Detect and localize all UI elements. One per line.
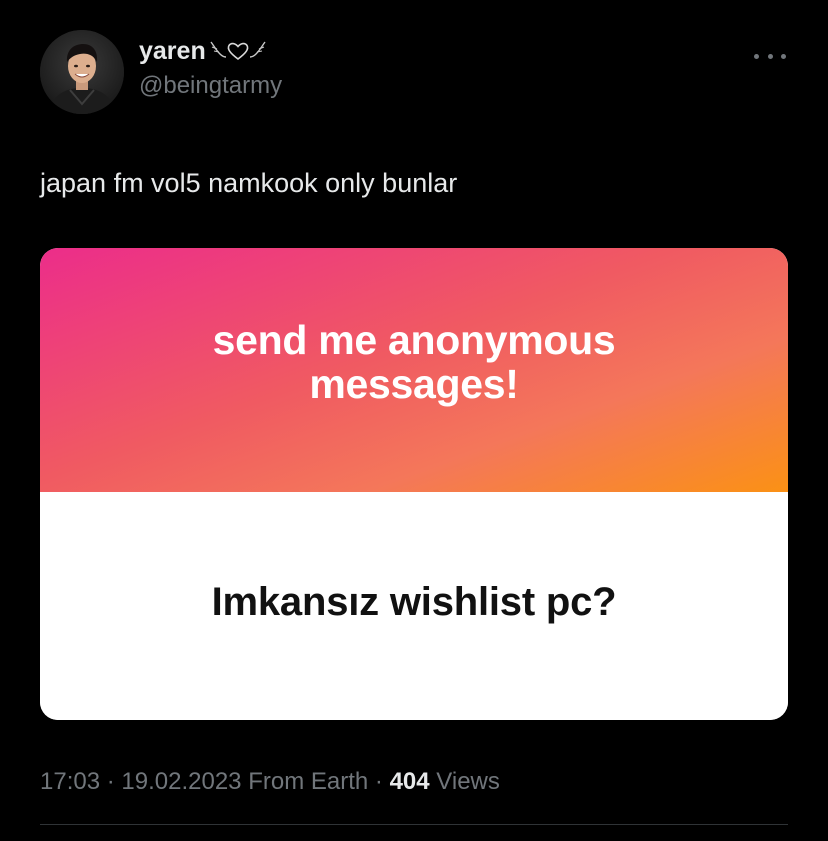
user-info: yaren @beingtarmy <box>139 36 282 101</box>
meta-separator: · <box>106 768 115 795</box>
card-body: Imkansız wishlist pc? <box>40 492 788 720</box>
tweet-meta: 17:03 · 19.02.2023 From Earth · 404 View… <box>40 766 500 798</box>
profile-photo-avatar <box>40 30 124 114</box>
views-label[interactable]: Views <box>436 768 500 795</box>
meta-separator: · <box>374 768 383 795</box>
card-header: send me anonymous messages! <box>40 248 788 492</box>
tweet-time[interactable]: 17:03 <box>40 768 100 795</box>
tweet-date[interactable]: 19.02.2023 <box>121 768 241 795</box>
card-title: send me anonymous messages! <box>212 317 616 407</box>
display-name[interactable]: yaren <box>139 36 206 66</box>
avatar[interactable] <box>40 30 124 114</box>
more-horizontal-icon <box>754 53 759 59</box>
more-dot <box>781 53 786 59</box>
more-dot <box>767 53 773 59</box>
tweet-text: japan fm vol5 namkook only bunlar <box>40 168 458 198</box>
views-count[interactable]: 404 <box>390 768 430 795</box>
tweet-source: From Earth <box>248 768 369 795</box>
user-handle[interactable]: @beingtarmy <box>139 71 282 101</box>
card-question: Imkansız wishlist pc? <box>211 580 617 624</box>
more-options-button[interactable] <box>752 44 788 68</box>
tweet: yaren @beingtarmy japan fm vol5 namkook … <box>0 0 828 841</box>
media-image[interactable]: send me anonymous messages! Imkansız wis… <box>40 248 788 720</box>
divider <box>40 824 788 825</box>
wings-heart-icon <box>208 38 268 69</box>
